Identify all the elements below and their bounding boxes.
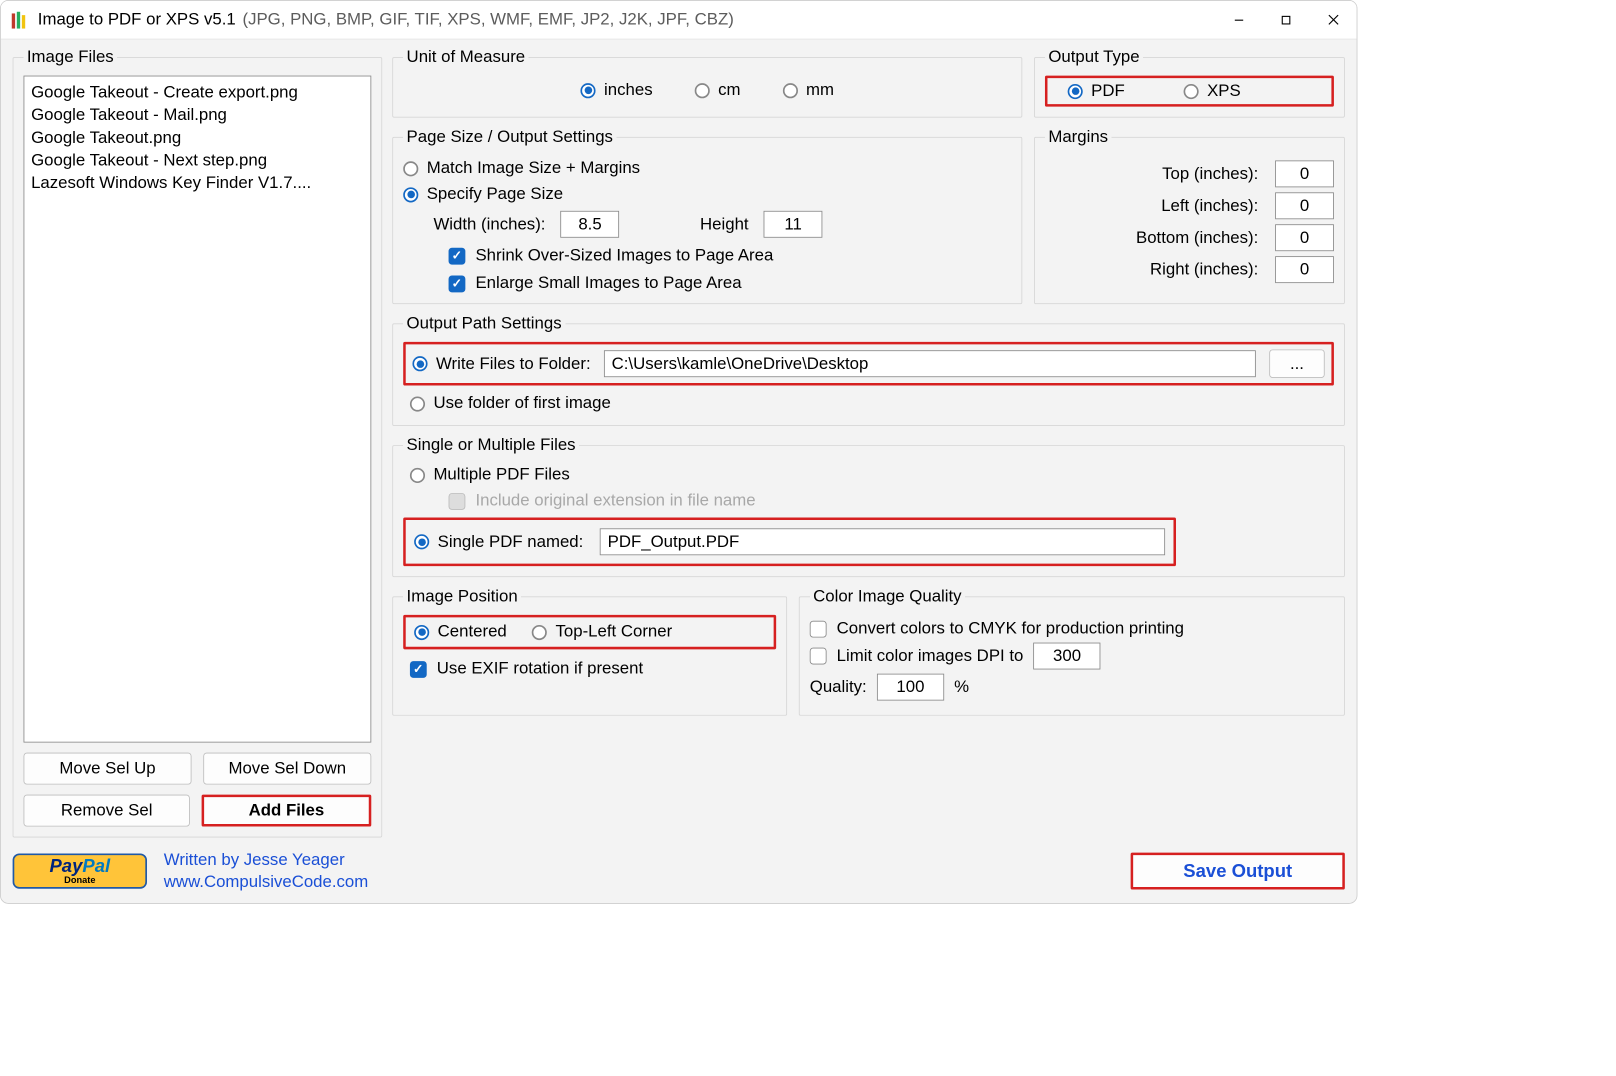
include-ext-label: Include original extension in file name [475, 491, 755, 510]
move-sel-up-button[interactable]: Move Sel Up [24, 753, 192, 785]
list-item[interactable]: Google Takeout.png [31, 127, 364, 150]
color-quality-legend: Color Image Quality [810, 587, 965, 606]
unit-inches-radio[interactable]: inches [581, 81, 653, 100]
margin-left-input[interactable] [1275, 192, 1334, 219]
shrink-label: Shrink Over-Sized Images to Page Area [475, 246, 773, 265]
shrink-checkbox[interactable] [449, 247, 466, 264]
remove-sel-button[interactable]: Remove Sel [24, 795, 190, 827]
match-image-size-radio[interactable]: Match Image Size + Margins [403, 159, 1011, 178]
minimize-button[interactable] [1215, 0, 1262, 39]
margins-group: Margins Top (inches): Left (inches): Bot… [1034, 128, 1345, 304]
width-input[interactable] [561, 211, 620, 238]
height-input[interactable] [764, 211, 823, 238]
image-position-legend: Image Position [403, 587, 521, 606]
single-multiple-group: Single or Multiple Files Multiple PDF Fi… [392, 436, 1345, 577]
margin-bottom-input[interactable] [1275, 224, 1334, 251]
margins-legend: Margins [1045, 128, 1111, 147]
use-folder-first-image-radio[interactable]: Use folder of first image [410, 394, 1334, 413]
quality-label: Quality: [810, 677, 867, 696]
list-item[interactable]: Google Takeout - Next step.png [31, 150, 364, 173]
color-quality-group: Color Image Quality Convert colors to CM… [799, 587, 1345, 716]
output-path-group: Output Path Settings Write Files to Fold… [392, 314, 1345, 426]
limit-dpi-checkbox[interactable] [810, 648, 827, 665]
include-ext-checkbox [449, 493, 466, 510]
window-subtitle: (JPG, PNG, BMP, GIF, TIF, XPS, WMF, EMF,… [242, 10, 733, 29]
topleft-radio[interactable]: Top-Left Corner [532, 622, 672, 641]
margin-left-label: Left (inches): [1161, 196, 1258, 215]
margin-bottom-label: Bottom (inches): [1136, 228, 1258, 247]
output-type-legend: Output Type [1045, 48, 1143, 67]
window-title: Image to PDF or XPS v5.1 [38, 10, 236, 29]
width-label: Width (inches): [433, 215, 545, 234]
list-item[interactable]: Google Takeout - Create export.png [31, 81, 364, 104]
titlebar: Image to PDF or XPS v5.1 (JPG, PNG, BMP,… [1, 1, 1357, 40]
add-files-button[interactable]: Add Files [202, 795, 372, 827]
app-icon [9, 9, 31, 31]
margin-top-label: Top (inches): [1162, 164, 1258, 183]
output-type-group: Output Type PDF XPS [1034, 48, 1345, 118]
browse-folder-button[interactable]: ... [1269, 349, 1324, 378]
exif-label: Use EXIF rotation if present [437, 659, 643, 678]
paypal-logo: PayPal [49, 857, 110, 875]
margin-top-input[interactable] [1275, 160, 1334, 187]
output-pdf-radio[interactable]: PDF [1068, 81, 1125, 100]
output-folder-input[interactable] [604, 350, 1256, 377]
image-files-group: Image Files Google Takeout - Create expo… [13, 48, 383, 838]
enlarge-checkbox[interactable] [449, 275, 466, 292]
single-multiple-legend: Single or Multiple Files [403, 436, 579, 455]
maximize-button[interactable] [1263, 0, 1310, 39]
file-list[interactable]: Google Takeout - Create export.png Googl… [24, 76, 372, 743]
credits: Written by Jesse Yeager www.CompulsiveCo… [164, 849, 368, 893]
output-xps-radio[interactable]: XPS [1184, 81, 1241, 100]
output-path-legend: Output Path Settings [403, 314, 565, 333]
single-pdf-radio[interactable]: Single PDF named: [414, 532, 583, 551]
unit-cm-radio[interactable]: cm [695, 81, 741, 100]
move-sel-down-button[interactable]: Move Sel Down [203, 753, 371, 785]
specify-page-size-radio[interactable]: Specify Page Size [403, 185, 1011, 204]
enlarge-label: Enlarge Small Images to Page Area [475, 274, 741, 293]
quality-input[interactable] [877, 674, 944, 701]
margin-right-input[interactable] [1275, 256, 1334, 283]
unit-mm-radio[interactable]: mm [783, 81, 835, 100]
write-to-folder-radio[interactable]: Write Files to Folder: [412, 354, 590, 373]
single-pdf-name-input[interactable] [600, 528, 1165, 555]
image-position-group: Image Position Centered Top-Left Corner … [392, 587, 787, 716]
cmyk-checkbox[interactable] [810, 620, 827, 637]
credits-author: Written by Jesse Yeager [164, 849, 368, 871]
dpi-input[interactable] [1033, 643, 1100, 670]
multiple-pdf-radio[interactable]: Multiple PDF Files [410, 465, 1334, 484]
app-window: Image to PDF or XPS v5.1 (JPG, PNG, BMP,… [0, 0, 1357, 904]
image-files-legend: Image Files [24, 48, 118, 67]
margin-right-label: Right (inches): [1150, 260, 1258, 279]
save-output-button[interactable]: Save Output [1131, 853, 1345, 890]
page-size-legend: Page Size / Output Settings [403, 128, 616, 147]
unit-legend: Unit of Measure [403, 48, 528, 67]
close-button[interactable] [1310, 0, 1357, 39]
paypal-sub: Donate [64, 875, 95, 885]
credits-url[interactable]: www.CompulsiveCode.com [164, 871, 368, 893]
list-item[interactable]: Lazesoft Windows Key Finder V1.7.... [31, 172, 364, 195]
centered-radio[interactable]: Centered [414, 622, 507, 641]
unit-of-measure-group: Unit of Measure inches cm mm [392, 48, 1022, 118]
exif-checkbox[interactable] [410, 661, 427, 678]
list-item[interactable]: Google Takeout - Mail.png [31, 104, 364, 127]
page-size-group: Page Size / Output Settings Match Image … [392, 128, 1022, 304]
paypal-donate-button[interactable]: PayPal Donate [13, 853, 147, 888]
height-label: Height [700, 215, 749, 234]
